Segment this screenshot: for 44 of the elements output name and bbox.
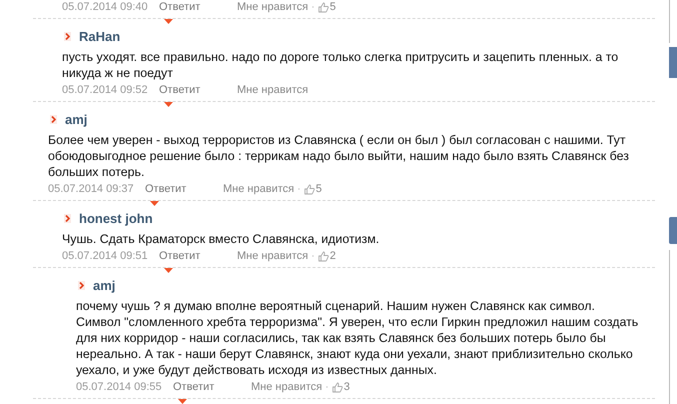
thumbs-up-icon[interactable] bbox=[318, 2, 329, 12]
author-name[interactable]: honest john bbox=[79, 210, 153, 226]
like-count: 5 bbox=[330, 1, 336, 13]
thumbs-up-icon[interactable] bbox=[332, 382, 343, 392]
comment-text: почему чушь ? я думаю вполне вероятный сценарий. Нашим нужен Славянск как символ. Символ "сломленного хребта терроризма". Я уверен, что если Гиркин предложил нашим создать для них корридор - наши согласились, так как взять Славянск без больших потерь было бы нереально. А так - наши берут Славянск, знают куда они уехали, знают приблизительно сколько уехало, и уже будут действовать исходя из известных данных. bbox=[75, 298, 640, 378]
author-name[interactable]: RaHan bbox=[79, 28, 120, 44]
like-count: 5 bbox=[316, 183, 322, 195]
reply-link[interactable]: Ответит bbox=[145, 183, 223, 195]
triangle-icon bbox=[150, 201, 159, 206]
reply-link[interactable]: Ответит bbox=[159, 84, 237, 96]
comment-date: 05.07.2014 09:55 bbox=[76, 381, 163, 393]
comment-text: пусть уходят. все правильно. надо по дороге только слегка притрусить и зацепить пленных. а то никуда ж не поедут bbox=[61, 49, 620, 81]
comment-text: Более чем уверен - выход террористов из Славянска ( если он был ) был согласован с нашими. Тут обоюдовыгодное решение было : террикам надо было выйти, нашим надо было взять Славянск без больших потерь. bbox=[47, 132, 630, 180]
thumbs-up-icon[interactable] bbox=[304, 184, 315, 194]
arrow-icon bbox=[64, 214, 71, 222]
author-name[interactable]: amj bbox=[65, 112, 88, 126]
separator-dot: · bbox=[325, 381, 329, 393]
separator-dot: · bbox=[297, 183, 301, 195]
like-link[interactable]: Мне нравится bbox=[237, 250, 308, 262]
triangle-icon bbox=[164, 268, 173, 273]
like-count: 2 bbox=[330, 250, 336, 262]
comment-date: 05.07.2014 09:40 bbox=[62, 1, 149, 13]
triangle-icon bbox=[178, 399, 187, 404]
reply-link[interactable]: Ответит bbox=[159, 1, 237, 13]
comment-date: 05.07.2014 09:37 bbox=[48, 183, 135, 195]
like-link[interactable]: Мне нравится bbox=[223, 183, 294, 195]
like-link[interactable]: Мне нравится bbox=[237, 1, 308, 13]
like-link[interactable]: Мне нравится bbox=[251, 381, 322, 393]
comment-date: 05.07.2014 09:52 bbox=[62, 84, 149, 96]
comment-date: 05.07.2014 09:51 bbox=[62, 250, 149, 262]
arrow-icon bbox=[78, 280, 85, 290]
arrow-icon bbox=[50, 114, 57, 124]
triangle-icon bbox=[164, 19, 173, 24]
reply-link[interactable]: Ответит bbox=[173, 381, 251, 393]
thumbs-up-icon[interactable] bbox=[318, 250, 329, 262]
separator-dot: · bbox=[311, 1, 315, 13]
separator-dot: · bbox=[311, 250, 315, 262]
comment-text: Чушь. Сдать Краматорск вместо Славянска, идиотизм. bbox=[61, 231, 380, 247]
like-count: 3 bbox=[344, 381, 350, 393]
reply-link[interactable]: Ответит bbox=[159, 250, 237, 262]
arrow-icon bbox=[64, 32, 71, 40]
author-name[interactable]: amj bbox=[93, 278, 116, 292]
triangle-icon bbox=[164, 102, 173, 107]
like-link[interactable]: Мне нравится bbox=[237, 84, 308, 96]
